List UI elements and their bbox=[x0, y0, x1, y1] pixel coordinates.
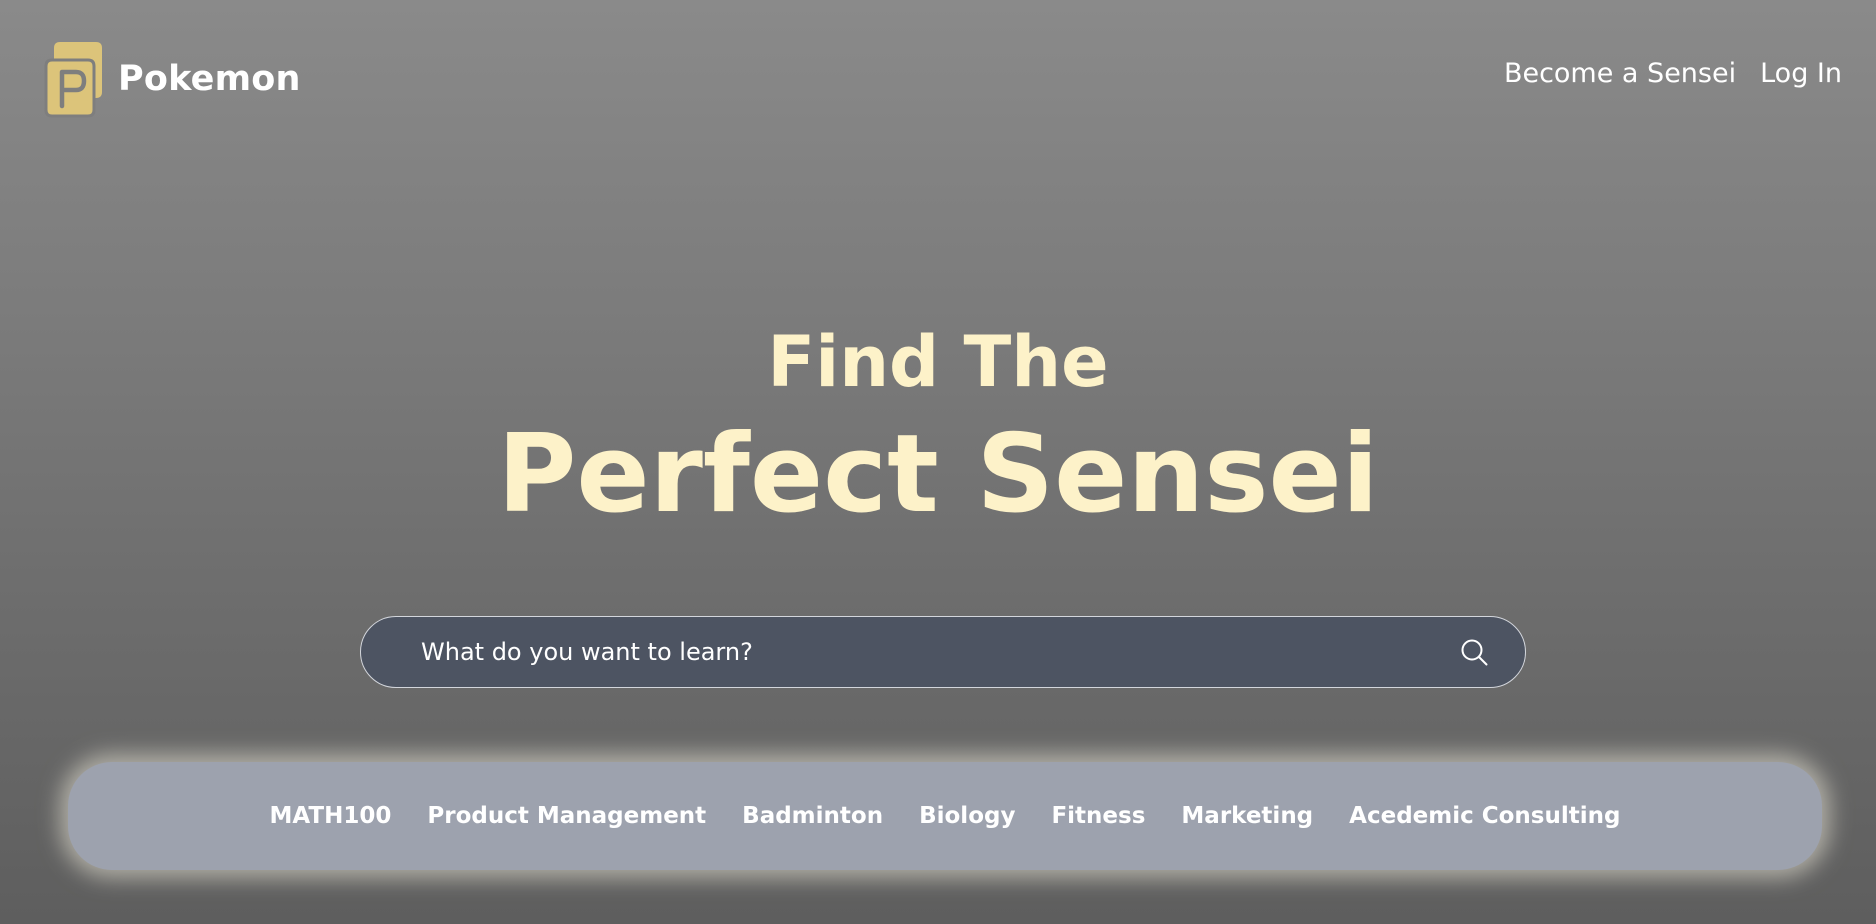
search-icon[interactable] bbox=[1459, 637, 1489, 667]
become-sensei-link[interactable]: Become a Sensei bbox=[1504, 58, 1736, 89]
site-header: Pokemon Become a Sensei Log In bbox=[0, 0, 1876, 160]
category-chip-fitness[interactable]: Fitness bbox=[1051, 803, 1145, 829]
brand-logo[interactable]: Pokemon bbox=[44, 40, 301, 118]
top-nav: Become a Sensei Log In bbox=[1504, 58, 1842, 89]
category-chip-marketing[interactable]: Marketing bbox=[1181, 803, 1313, 829]
category-chip-product-management[interactable]: Product Management bbox=[427, 803, 706, 829]
hero-title-line1: Find The bbox=[767, 321, 1109, 403]
hero-title-line2: Perfect Sensei bbox=[497, 412, 1379, 537]
category-bar: MATH100 Product Management Badminton Bio… bbox=[68, 762, 1822, 870]
brand-name: Pokemon bbox=[118, 59, 301, 99]
category-chip-math100[interactable]: MATH100 bbox=[270, 803, 392, 829]
category-chip-biology[interactable]: Biology bbox=[919, 803, 1015, 829]
pokemon-p-logo-icon bbox=[44, 42, 102, 118]
login-link[interactable]: Log In bbox=[1760, 58, 1842, 89]
category-chip-academic-consulting[interactable]: Acedemic Consulting bbox=[1349, 803, 1620, 829]
search-input[interactable] bbox=[361, 616, 1459, 688]
category-chip-badminton[interactable]: Badminton bbox=[742, 803, 883, 829]
search-bar bbox=[360, 616, 1526, 688]
hero-heading: Find The Perfect Sensei bbox=[0, 320, 1876, 540]
